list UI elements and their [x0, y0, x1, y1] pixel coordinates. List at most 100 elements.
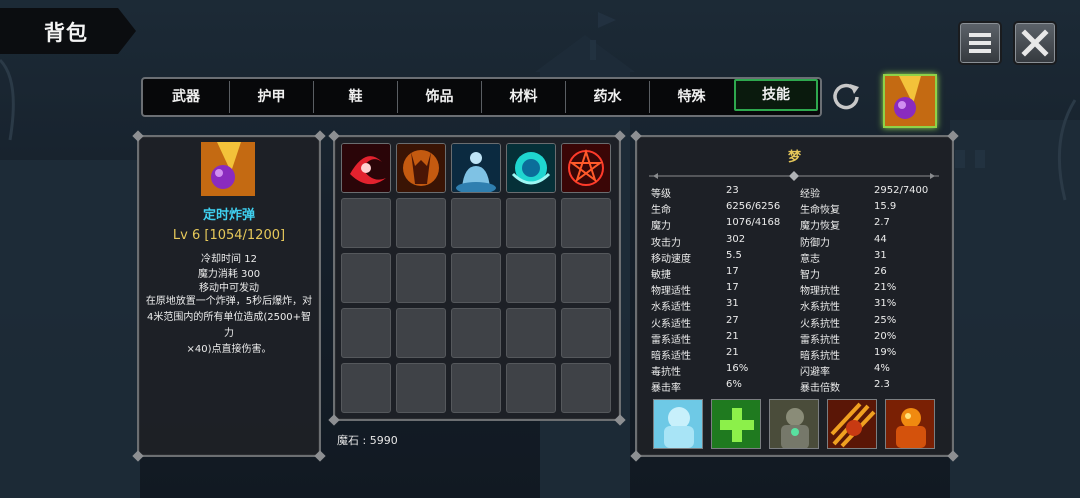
stat-label: 暗系抗性 [800, 351, 840, 362]
stat-label: 意志 [800, 253, 820, 265]
stat-label: 攻击力 [651, 237, 681, 249]
stat-value: 44 [874, 233, 887, 245]
stat-value: 31 [726, 298, 739, 310]
stat-value: 6% [726, 379, 742, 391]
passive-slot[interactable] [885, 399, 935, 449]
stat-label: 闪避率 [800, 367, 830, 379]
stat-label: 火系抗性 [800, 318, 840, 330]
empty-skill-slot[interactable] [561, 198, 611, 248]
menu-button[interactable] [958, 21, 1002, 65]
empty-skill-slot[interactable] [506, 198, 556, 248]
empty-skill-slot[interactable] [396, 363, 446, 413]
tab-weapon[interactable]: 武器 [143, 81, 230, 113]
skill-desc-line: 4米范围内的所有单位造成(2500+智力 [146, 312, 312, 339]
empty-skill-slot[interactable] [451, 253, 501, 303]
menu-icon [969, 33, 991, 53]
empty-skill-slot[interactable] [561, 363, 611, 413]
stat-label: 物理适性 [651, 286, 691, 298]
stat-label: 等级 [651, 189, 671, 200]
claw-slash-icon [828, 400, 876, 448]
skill-slot[interactable] [341, 143, 391, 193]
empty-skill-slot[interactable] [451, 363, 501, 413]
stat-label: 暗系适性 [651, 351, 691, 362]
ice-golem-icon [654, 400, 702, 448]
empty-skill-slot[interactable] [506, 363, 556, 413]
aura-icon [452, 144, 500, 192]
stat-label: 毒抗性 [651, 367, 681, 379]
fire-golem-icon [886, 400, 934, 448]
stat-value: 31 [874, 249, 887, 261]
skill-slot[interactable] [451, 143, 501, 193]
passive-slot[interactable] [827, 399, 877, 449]
empty-skill-slot[interactable] [506, 308, 556, 358]
stat-label: 敏捷 [651, 270, 671, 281]
empty-skill-slot[interactable] [561, 253, 611, 303]
skill-description: 在原地放置一个炸弹，5秒后爆炸，对 4米范围内的所有单位造成(2500+智力 ×… [143, 294, 315, 358]
stat-label: 物理抗性 [800, 286, 840, 298]
empty-skill-slot[interactable] [561, 308, 611, 358]
skill-slot[interactable] [561, 143, 611, 193]
equipped-skill-slot[interactable] [883, 74, 937, 128]
stat-value: 20% [874, 330, 897, 342]
stat-value: 19% [874, 347, 897, 358]
empty-skill-slot[interactable] [341, 308, 391, 358]
skill-desc-line: 在原地放置一个炸弹，5秒后爆炸，对 [145, 296, 313, 307]
tab-armor[interactable]: 护甲 [230, 81, 314, 113]
stat-label: 雷系适性 [651, 334, 691, 346]
refresh-button[interactable] [830, 80, 862, 112]
stat-value: 17 [726, 266, 739, 277]
skill-slot[interactable] [506, 143, 556, 193]
close-icon [1021, 29, 1049, 57]
skill-inventory-grid [328, 130, 626, 426]
stone-golem-icon [770, 400, 818, 448]
stat-value: 21% [874, 282, 897, 294]
empty-skill-slot[interactable] [396, 308, 446, 358]
empty-skill-slot[interactable] [506, 253, 556, 303]
tab-material[interactable]: 材料 [482, 81, 566, 113]
tab-skill[interactable]: 技能 [734, 79, 818, 111]
empty-skill-slot[interactable] [341, 198, 391, 248]
stat-value: 2.3 [874, 379, 890, 391]
stat-value: 25% [874, 314, 897, 326]
stat-value: 21 [726, 330, 739, 342]
stat-value: 302 [726, 233, 746, 245]
stat-value: 23 [726, 185, 739, 196]
skill-desc-line: ×40)点直接伤害。 [186, 344, 272, 355]
stat-value: 6256/6256 [726, 201, 781, 213]
tab-shoes[interactable]: 鞋 [314, 81, 398, 113]
stat-value: 16% [726, 363, 749, 375]
heal-cross-icon [712, 400, 760, 448]
empty-skill-slot[interactable] [451, 308, 501, 358]
stat-label: 移动速度 [651, 253, 691, 265]
tab-accessory[interactable]: 饰品 [398, 81, 482, 113]
stat-label: 魔力 [651, 221, 671, 233]
stat-value: 17 [726, 282, 739, 294]
tab-special[interactable]: 特殊 [650, 81, 733, 113]
stat-label: 生命恢复 [800, 205, 840, 217]
stat-label: 经验 [800, 189, 820, 200]
stat-label: 魔力恢复 [800, 221, 840, 233]
stat-value: 31% [874, 298, 897, 310]
stat-value: 15.9 [874, 201, 897, 213]
empty-skill-slot[interactable] [396, 253, 446, 303]
empty-skill-slot[interactable] [341, 253, 391, 303]
close-button[interactable] [1013, 21, 1057, 65]
passive-slot[interactable] [653, 399, 703, 449]
empty-skill-slot[interactable] [451, 198, 501, 248]
stat-value: 4% [874, 363, 890, 375]
stat-label: 水系抗性 [800, 302, 840, 314]
tab-potion[interactable]: 药水 [566, 81, 650, 113]
stat-label: 火系适性 [651, 318, 691, 330]
stat-label: 暴击率 [651, 383, 681, 395]
stat-label: 智力 [800, 270, 820, 281]
skill-slot[interactable] [396, 143, 446, 193]
orb-icon [507, 144, 555, 192]
stat-value: 2952/7400 [874, 185, 929, 196]
passive-slot[interactable] [769, 399, 819, 449]
stat-label: 水系适性 [651, 302, 691, 314]
passive-slot[interactable] [711, 399, 761, 449]
stat-value: 26 [874, 266, 887, 277]
empty-skill-slot[interactable] [396, 198, 446, 248]
skill-detail-panel: 定时炸弹 Lv 6 [1054/1200] 冷却时间 12 魔力消耗 300 移… [132, 130, 326, 462]
empty-skill-slot[interactable] [341, 363, 391, 413]
